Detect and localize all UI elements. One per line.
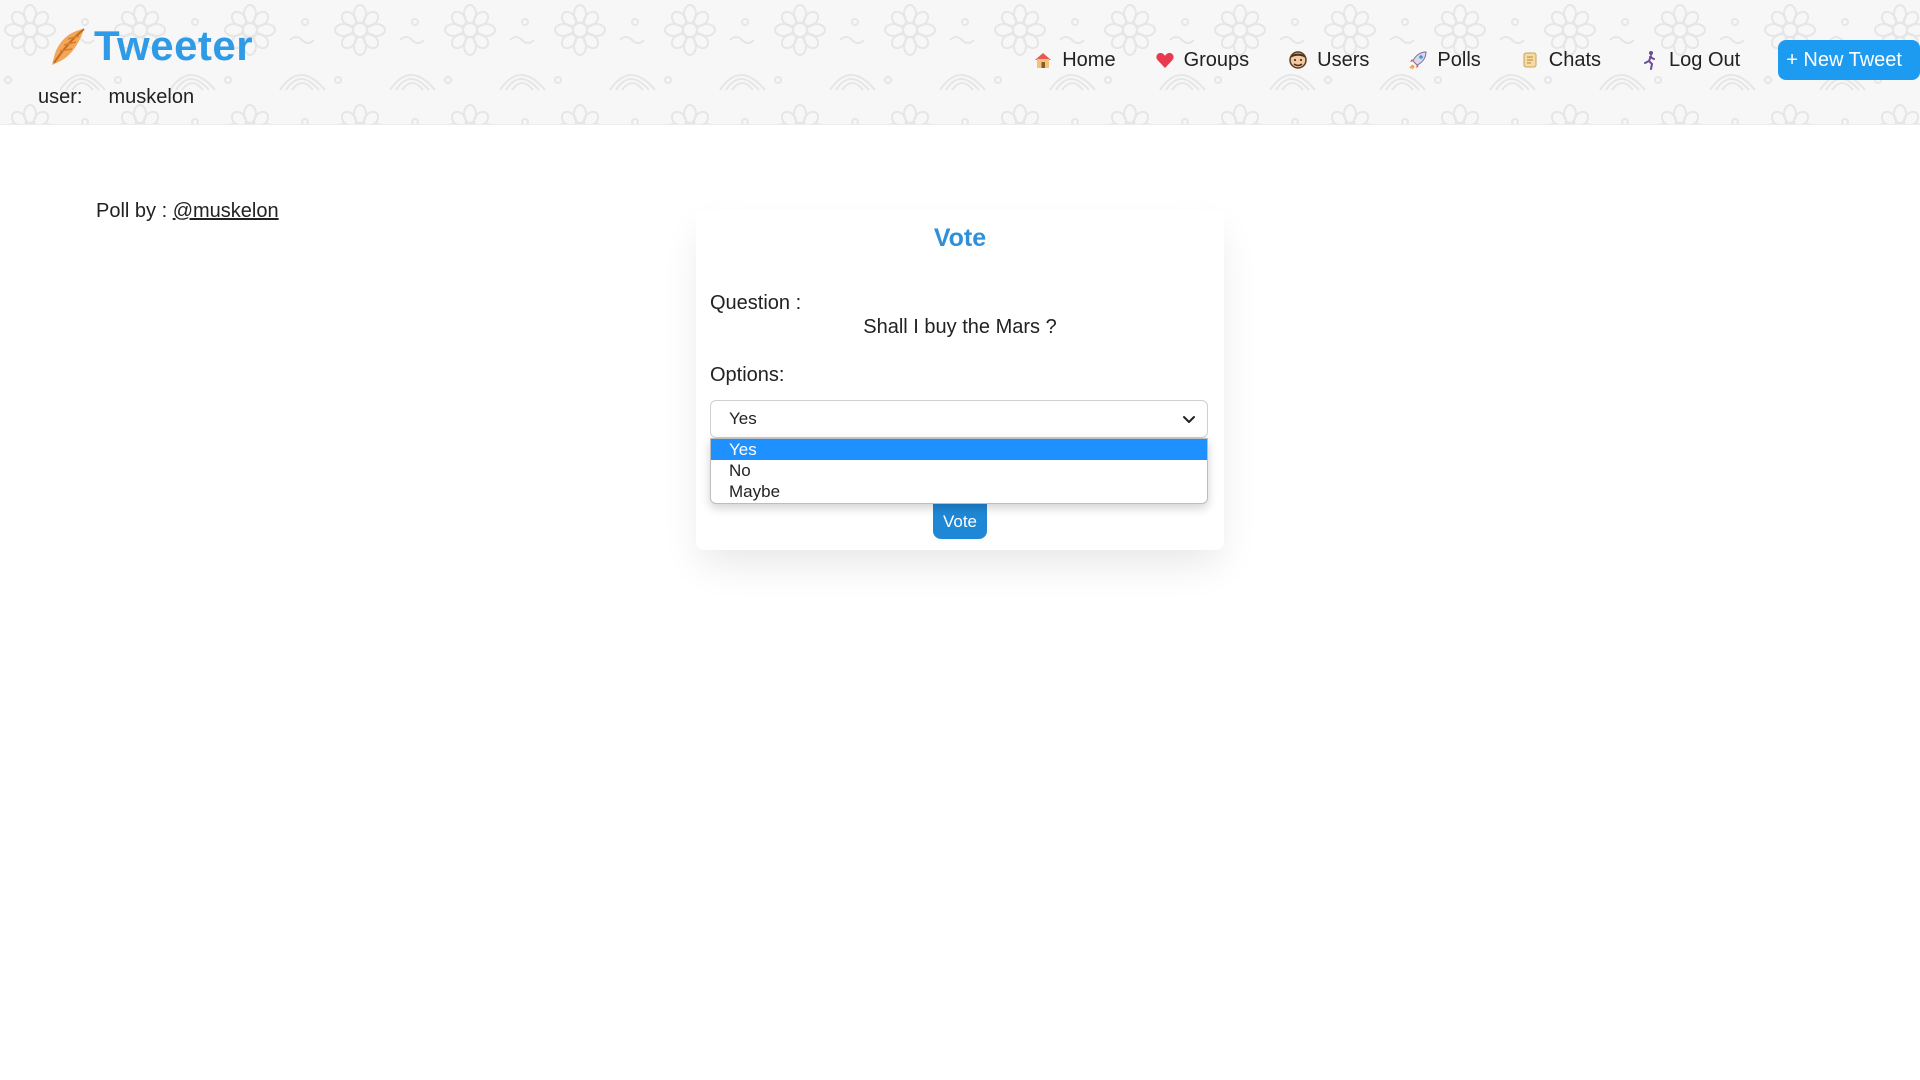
rocket-icon bbox=[1407, 49, 1429, 71]
brand-name: Tweeter bbox=[94, 22, 254, 69]
option-no[interactable]: No bbox=[711, 460, 1207, 481]
option-maybe[interactable]: Maybe bbox=[711, 481, 1207, 502]
brand-logo[interactable]: Tweeter bbox=[46, 22, 253, 70]
nav-chats[interactable]: Chats bbox=[1519, 49, 1601, 72]
nav-logout-label: Log Out bbox=[1669, 48, 1741, 71]
nav-logout[interactable]: Log Out bbox=[1639, 49, 1740, 72]
question-text: Shall I buy the Mars ? bbox=[863, 316, 1057, 338]
chevron-down-icon bbox=[1183, 416, 1195, 423]
runner-icon bbox=[1639, 49, 1661, 71]
site-header: Tweeter user: muskelon Home Groups Users… bbox=[0, 0, 1920, 125]
main-nav: Home Groups Users Polls Chats Log Out + … bbox=[1032, 40, 1920, 80]
nav-groups[interactable]: Groups bbox=[1154, 48, 1250, 72]
nav-users[interactable]: Users bbox=[1287, 49, 1369, 72]
face-icon bbox=[1287, 49, 1309, 71]
user-label: user: bbox=[38, 86, 83, 108]
nav-home[interactable]: Home bbox=[1032, 48, 1116, 72]
poll-by-label: Poll by : bbox=[96, 200, 168, 222]
options-dropdown: Yes No Maybe bbox=[710, 438, 1208, 504]
username: muskelon bbox=[108, 86, 195, 108]
vote-title: Vote bbox=[933, 224, 987, 252]
scroll-icon bbox=[1519, 49, 1541, 71]
poll-author: Poll by : @muskelon bbox=[96, 200, 279, 223]
nav-groups-label: Groups bbox=[1183, 48, 1250, 71]
current-user: user: muskelon bbox=[38, 86, 194, 109]
nav-home-label: Home bbox=[1062, 48, 1116, 71]
nav-chats-label: Chats bbox=[1548, 48, 1602, 71]
vote-button[interactable]: Vote bbox=[933, 504, 987, 539]
feather-icon bbox=[52, 28, 85, 65]
selected-option: Yes bbox=[729, 409, 757, 428]
nav-users-label: Users bbox=[1317, 48, 1370, 71]
nav-polls[interactable]: Polls bbox=[1407, 48, 1481, 72]
new-tweet-button[interactable]: + New Tweet bbox=[1778, 40, 1920, 80]
author-link[interactable]: @muskelon bbox=[173, 200, 279, 222]
options-label: Options: bbox=[710, 364, 785, 386]
house-icon bbox=[1032, 49, 1054, 71]
question-label: Question : bbox=[710, 292, 802, 314]
options-select[interactable]: Yes bbox=[710, 400, 1208, 438]
option-yes[interactable]: Yes bbox=[711, 439, 1207, 460]
heart-icon bbox=[1154, 49, 1176, 71]
nav-polls-label: Polls bbox=[1437, 48, 1481, 71]
